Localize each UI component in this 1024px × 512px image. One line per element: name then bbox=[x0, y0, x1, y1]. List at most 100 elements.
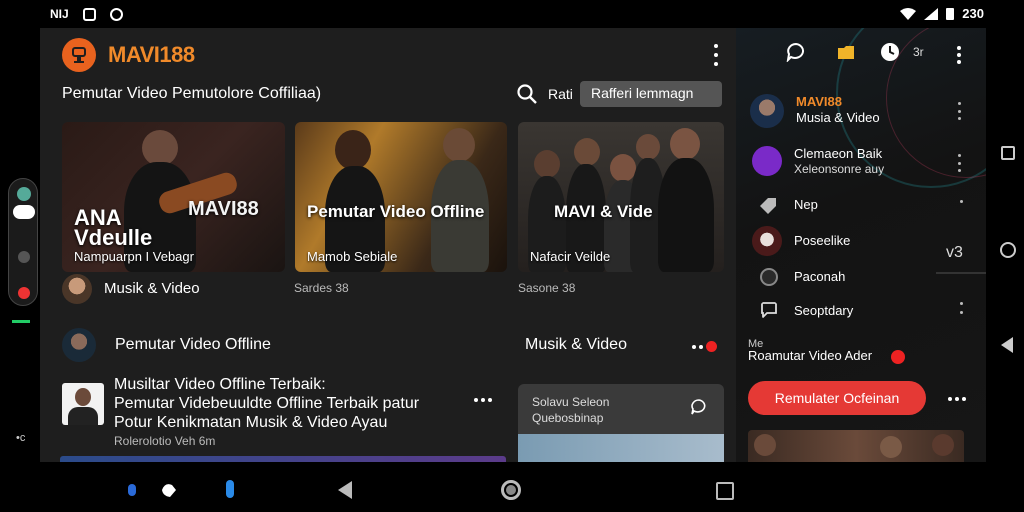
chat-icon[interactable] bbox=[786, 42, 806, 62]
card-person bbox=[335, 130, 371, 170]
item-more-icon[interactable] bbox=[954, 154, 964, 172]
card-caption: Nampuarpn I Vebagr bbox=[74, 249, 194, 264]
avatar[interactable] bbox=[62, 274, 92, 304]
avatar bbox=[750, 94, 784, 128]
side-section-title: Roamutar Video Ader bbox=[748, 348, 873, 363]
feature-card-line1: Solavu Seleon bbox=[532, 395, 610, 409]
list-item-more-icon[interactable] bbox=[474, 398, 492, 402]
list-item-line3[interactable]: Potur Kenikmatan Musik & Video Ayau bbox=[114, 414, 387, 432]
card-overlay-title: MAVI88 bbox=[188, 198, 259, 220]
folder-icon[interactable] bbox=[836, 42, 856, 62]
edge-record-icon[interactable] bbox=[18, 287, 30, 299]
cta-more-icon[interactable] bbox=[948, 397, 966, 401]
video-card[interactable]: MAVI88 ANA Vdeulle Nampuarpn I Vebagr bbox=[62, 122, 285, 272]
avatar[interactable] bbox=[62, 328, 96, 362]
side-item-label: MAVI88 bbox=[796, 94, 842, 109]
card-person bbox=[574, 138, 600, 166]
side-image[interactable] bbox=[748, 430, 964, 462]
list-item-meta: Rolerolotio Veh 6m bbox=[114, 434, 216, 448]
side-item-label: Poseelike bbox=[794, 233, 851, 248]
side-item-seoptdary[interactable]: Seoptdary bbox=[736, 298, 986, 326]
side-item-label: Nep bbox=[794, 197, 818, 212]
back-icon[interactable] bbox=[338, 481, 352, 499]
notification-badge bbox=[891, 350, 905, 364]
image-face bbox=[880, 436, 902, 458]
status-right: 230 bbox=[900, 6, 984, 21]
trophy-icon bbox=[72, 47, 86, 63]
edge-floating-bar[interactable] bbox=[8, 178, 38, 306]
feature-card[interactable]: Solavu Seleon Quebosbinap bbox=[518, 384, 724, 462]
section-title-right[interactable]: Musik & Video bbox=[525, 336, 627, 354]
app-shortcut-icon[interactable] bbox=[128, 484, 136, 496]
side-item-label: Clemaeon Baik bbox=[794, 146, 883, 161]
side-item-label: Paconah bbox=[794, 269, 846, 284]
card-person bbox=[142, 130, 178, 166]
image-face bbox=[754, 434, 776, 456]
side-item-mavi88[interactable]: MAVI88 Musia & Video bbox=[736, 94, 986, 128]
item-more-icon[interactable] bbox=[956, 200, 966, 210]
list-item-line2[interactable]: Pemutar Videbeuuldte Offline Terbaik pat… bbox=[114, 395, 419, 413]
edge-hint-icon: •c bbox=[16, 432, 26, 444]
side-item-nep[interactable]: Nep bbox=[736, 194, 986, 222]
video-card[interactable]: Pemutar Video Offline Mamob Sebiale bbox=[295, 122, 507, 272]
card-caption: Mamob Sebiale bbox=[307, 249, 398, 264]
page-subtitle: Pemutar Video Pemutolore Coffiliaa) bbox=[62, 85, 322, 102]
card-person-body bbox=[658, 158, 714, 272]
feature-card-text: Solavu Seleon Quebosbinap bbox=[532, 394, 609, 426]
edge-app-icon-2[interactable] bbox=[18, 251, 30, 263]
status-app-text: NIJ bbox=[50, 7, 69, 21]
battery-icon bbox=[946, 8, 955, 20]
section-more-icon[interactable] bbox=[692, 341, 717, 352]
status-left: NIJ bbox=[50, 7, 123, 21]
shield-icon bbox=[82, 7, 96, 21]
search-input[interactable]: Rafferi lemmagn bbox=[580, 81, 722, 107]
home-icon[interactable] bbox=[1000, 242, 1016, 258]
refresh-icon bbox=[109, 7, 123, 21]
app-logo bbox=[62, 38, 96, 72]
side-more-icon[interactable] bbox=[954, 46, 964, 64]
card-meta: Sasone 38 bbox=[518, 281, 576, 295]
row-title[interactable]: Musik & Video bbox=[104, 280, 200, 297]
side-item-label: Seoptdary bbox=[794, 303, 854, 318]
side-item-paconah[interactable]: Paconah bbox=[736, 264, 986, 292]
item-more-icon[interactable] bbox=[954, 102, 964, 120]
feature-card-image bbox=[518, 434, 724, 462]
item-more-icon[interactable] bbox=[956, 302, 966, 314]
recent-apps-icon[interactable] bbox=[1001, 146, 1015, 160]
wifi-icon bbox=[900, 7, 917, 20]
card-meta: Sardes 38 bbox=[294, 281, 349, 295]
app-more-menu-icon[interactable] bbox=[708, 44, 724, 66]
edge-indicator bbox=[12, 320, 30, 323]
check-icon[interactable]: v3 bbox=[946, 244, 963, 262]
chat-icon[interactable] bbox=[690, 398, 708, 416]
section-title[interactable]: Pemutar Video Offline bbox=[115, 336, 271, 354]
status-bar: NIJ 230 bbox=[0, 0, 1024, 28]
cta-button[interactable]: Remulater Ocfeinan bbox=[748, 381, 926, 415]
side-item-sub: Xeleonsonre auy bbox=[794, 162, 885, 176]
thumb-suit bbox=[68, 407, 98, 425]
search-icon[interactable] bbox=[516, 83, 538, 105]
signal-icon bbox=[924, 7, 939, 20]
recent-apps-icon[interactable] bbox=[716, 482, 734, 500]
list-thumbnail[interactable] bbox=[62, 383, 104, 425]
gallery-icon[interactable] bbox=[160, 482, 178, 498]
home-icon[interactable] bbox=[501, 480, 521, 500]
divider bbox=[936, 272, 986, 274]
tag-icon bbox=[760, 198, 776, 214]
thumb-face bbox=[75, 388, 91, 406]
side-item-clemaeon[interactable]: Clemaeon Baik Xeleonsonre auy bbox=[736, 146, 986, 176]
card-person bbox=[534, 150, 560, 178]
clock-icon[interactable] bbox=[880, 42, 900, 62]
card-overlay-left: ANA Vdeulle bbox=[74, 205, 153, 250]
files-icon[interactable] bbox=[226, 480, 234, 498]
card-person bbox=[670, 128, 700, 160]
feature-card-line2: Quebosbinap bbox=[532, 411, 604, 425]
edge-toggle-icon[interactable] bbox=[13, 205, 35, 219]
card-overlay-title: MAVI & Vide bbox=[554, 202, 653, 221]
edge-app-icon[interactable] bbox=[17, 187, 31, 201]
video-card[interactable]: MAVI & Vide Nafacir Veilde bbox=[518, 122, 724, 272]
system-nav-right bbox=[986, 28, 1024, 462]
list-item-line1[interactable]: Musiltar Video Offline Terbaik: bbox=[114, 376, 326, 394]
back-icon[interactable] bbox=[1001, 337, 1013, 353]
card-caption: Nafacir Veilde bbox=[530, 249, 611, 264]
